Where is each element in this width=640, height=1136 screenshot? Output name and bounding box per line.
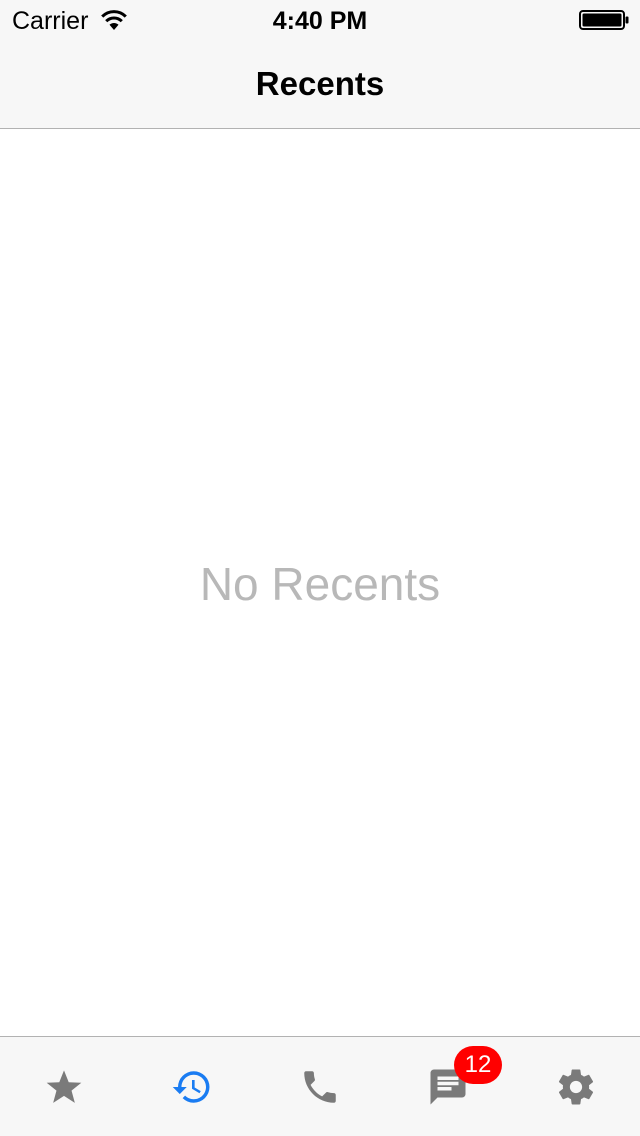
unread-badge: 12	[454, 1046, 502, 1084]
empty-state-label: No Recents	[199, 558, 441, 610]
recents-screen: Carrier 4:40 PM Recents No Recents 12	[0, 0, 640, 1136]
clock-label: 4:40 PM	[272, 7, 368, 35]
phone-icon	[304, 1071, 336, 1103]
star-icon	[46, 1070, 82, 1103]
gear-icon	[558, 1069, 594, 1105]
battery-icon	[579, 10, 629, 30]
page-title: Recents	[255, 65, 385, 102]
tab-bar	[0, 1036, 640, 1136]
navigation-bar: Recents	[0, 40, 640, 129]
tab-favorites[interactable]	[0, 1037, 128, 1136]
tab-settings[interactable]	[512, 1037, 640, 1136]
history-icon	[172, 1071, 210, 1103]
status-bar: Carrier 4:40 PM	[0, 0, 640, 40]
recents-list[interactable]: No Recents	[0, 129, 640, 1036]
tab-dialer[interactable]	[256, 1037, 384, 1136]
tab-recents[interactable]	[128, 1037, 256, 1136]
